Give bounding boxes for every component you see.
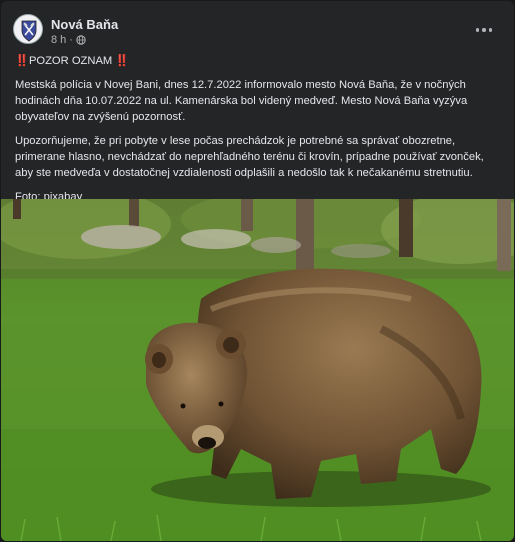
bear-photo	[1, 199, 514, 541]
double-exclamation-icon: ‼️	[115, 55, 130, 67]
post-header: Nová Baňa 8 h ·	[13, 14, 502, 54]
post-paragraph-1: Mestská polícia v Novej Bani, dnes 12.7.…	[15, 79, 468, 123]
post-headline: ‼️POZOR OZNAM ‼️	[15, 53, 500, 69]
globe-icon[interactable]	[76, 35, 86, 45]
post-photo[interactable]	[1, 199, 514, 541]
post-paragraph-2: Upozorňujeme, že pri pobyte v lese počas…	[15, 135, 484, 179]
page-avatar[interactable]	[13, 14, 43, 44]
more-options-icon	[475, 28, 480, 32]
double-exclamation-icon: ‼️	[15, 55, 29, 67]
post-text: ‼️POZOR OZNAM ‼️ Mestská polícia v Novej…	[15, 53, 500, 213]
coat-of-arms-icon	[21, 20, 37, 42]
facebook-post: Nová Baňa 8 h · ‼️POZOR OZNAM ‼️ Mestská…	[1, 1, 514, 541]
page-name[interactable]: Nová Baňa	[51, 17, 118, 32]
more-options-button[interactable]	[472, 20, 496, 40]
post-time[interactable]: 8 h	[51, 34, 66, 46]
post-meta: 8 h ·	[51, 34, 86, 46]
headline-text: POZOR OZNAM	[28, 55, 113, 67]
meta-separator: ·	[69, 34, 73, 46]
